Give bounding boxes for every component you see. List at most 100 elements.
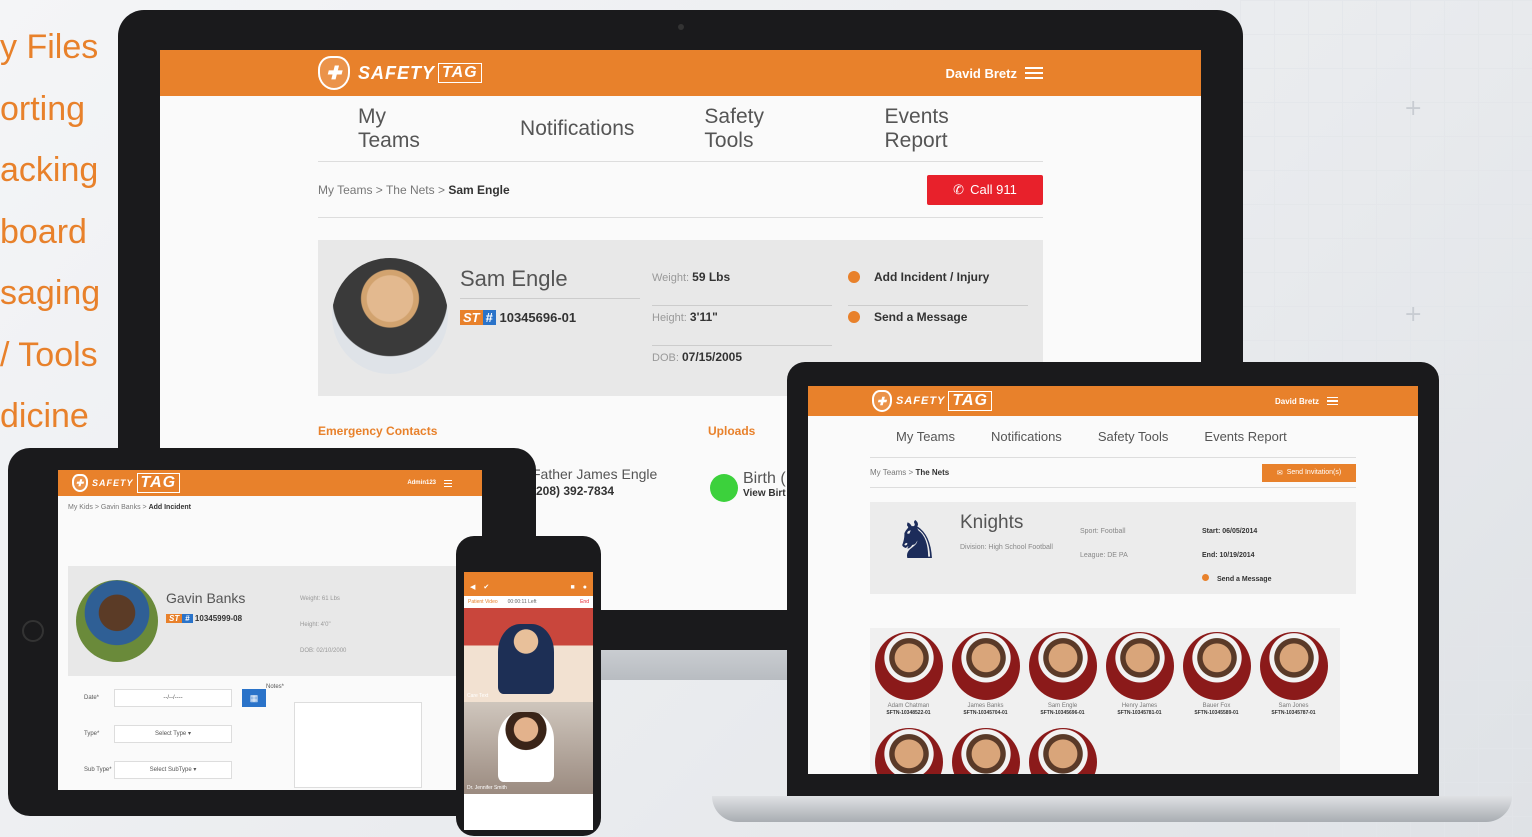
nav-notifications[interactable]: Notifications	[991, 429, 1062, 444]
laptop-base	[712, 796, 1512, 822]
plus-decoration: +	[1404, 302, 1423, 327]
breadcrumb-link[interactable]: Gavin Banks	[101, 504, 141, 511]
player-photo	[1259, 632, 1328, 700]
user-name: David Bretz	[945, 65, 1017, 81]
home-button[interactable]	[22, 620, 44, 642]
breadcrumb-link[interactable]: My Teams	[870, 468, 906, 477]
hamburger-menu-icon[interactable]	[444, 478, 452, 489]
height-row: Height: 3'11"	[652, 306, 832, 346]
roster-player[interactable]: Sam Jones SFTN-10345787-01	[1255, 628, 1332, 724]
type-select[interactable]: Select Type ▾	[114, 725, 232, 743]
roster-player[interactable]: Bauer Fox SFTN-10345589-01	[1178, 628, 1255, 724]
breadcrumb-current: The Nets	[915, 468, 950, 477]
calendar-icon[interactable]: ▦	[242, 689, 266, 707]
nav-my-teams[interactable]: My Teams	[896, 429, 955, 444]
logo[interactable]: ✚ SAFETY TAG	[318, 56, 482, 90]
send-message-button[interactable]: Send a Message	[848, 306, 1028, 346]
view-upload-link[interactable]: View Birt	[743, 488, 786, 499]
player-avatar	[76, 580, 158, 662]
tablet-header: ✚ SAFETY TAG Admin123	[58, 470, 482, 496]
player-photo	[951, 728, 1020, 774]
st-id-value: 10345999-08	[194, 614, 243, 623]
contact-phone[interactable]: (208) 392-7834	[532, 484, 614, 498]
nav-safety-tools[interactable]: Safety Tools	[704, 105, 814, 153]
laptop: ✚ SAFETY TAG David Bretz My Teams Notifi…	[787, 362, 1439, 798]
check-icon[interactable]: ✔	[483, 583, 489, 591]
roster-player[interactable]: Sam Engle SFTN-10345696-01	[1024, 628, 1101, 724]
logo-text: SAFETY	[358, 62, 436, 83]
notes-textarea[interactable]	[294, 702, 422, 788]
contact-name: Father James Engle	[532, 466, 658, 482]
nav-events-report[interactable]: Events Report	[885, 105, 1014, 153]
dob-row: DOB: 02/10/2000	[300, 648, 347, 654]
breadcrumb-link[interactable]: The Nets	[386, 183, 435, 197]
weight-row: Weight: 61 Lbs	[300, 596, 340, 602]
phone-icon: ✆	[953, 181, 965, 197]
send-invitations-button[interactable]: ✉ Send Invitation(s)	[1262, 463, 1356, 482]
knights-helmet-logo-icon: ♞	[893, 511, 941, 571]
call-timer: 00:00:11 Left	[507, 599, 537, 605]
player-card: Gavin Banks ST # 10345999-08 Weight: 61 L…	[68, 566, 472, 676]
breadcrumb-link[interactable]: My Teams	[318, 183, 372, 197]
notes-label: Notes*	[266, 684, 285, 690]
tablet-screen: ✚ SAFETY TAG Admin123 My Kids > Gavin Ba…	[58, 470, 482, 790]
logo[interactable]: ✚ SAFETY TAG	[72, 473, 181, 493]
add-incident-button[interactable]: Add Incident / Injury	[848, 266, 1028, 306]
settings-icon[interactable]: ●	[583, 584, 587, 591]
camera-icon[interactable]: ■	[571, 584, 575, 591]
breadcrumb-link[interactable]: My Kids	[68, 504, 93, 511]
hamburger-menu-icon[interactable]	[1025, 64, 1043, 82]
main-nav: My Teams Notifications Safety Tools Even…	[318, 96, 1043, 162]
roster-player[interactable]	[1024, 724, 1101, 774]
emergency-contacts-title: Emergency Contacts	[318, 424, 438, 438]
team-end: End: 10/19/2014	[1202, 552, 1255, 559]
breadcrumb: My Teams > The Nets	[870, 468, 950, 477]
player-name: Sam Engle	[460, 266, 640, 299]
patient-caption: Care Text	[467, 693, 489, 699]
date-input[interactable]: --/--/----	[114, 689, 232, 707]
desktop-header: ✚ SAFETY TAG David Bretz	[160, 50, 1201, 96]
breadcrumb: My Teams > The Nets > Sam Engle	[318, 182, 510, 197]
type-label: Type*	[84, 731, 100, 737]
breadcrumb: My Kids > Gavin Banks > Add Incident	[68, 504, 191, 511]
player-photo	[1028, 728, 1097, 774]
breadcrumb-current: Add Incident	[148, 504, 191, 511]
user-menu[interactable]: David Bretz	[945, 64, 1043, 82]
feature-list: y Files orting acking board saging / Too…	[0, 22, 110, 453]
camera	[678, 24, 684, 30]
nav-notifications[interactable]: Notifications	[520, 117, 634, 141]
user-menu[interactable]: David Bretz	[1275, 395, 1338, 408]
date-row: Date* --/--/---- ▦	[84, 680, 266, 716]
patient-figure	[498, 624, 554, 694]
back-icon[interactable]: ◀	[470, 583, 475, 591]
nav-safety-tools[interactable]: Safety Tools	[1098, 429, 1169, 444]
call-911-button[interactable]: ✆ Call 911	[927, 174, 1043, 205]
team-start: Start: 06/05/2014	[1202, 528, 1258, 535]
roster-player[interactable]: Henry James SFTN-10345781-01	[1101, 628, 1178, 724]
player-photo	[874, 728, 943, 774]
subtype-label: Sub Type*	[84, 767, 112, 773]
type-row: Type* Select Type ▾	[84, 716, 266, 752]
team-dates: Start: 06/05/2014 End: 10/19/2014 Send a…	[1202, 520, 1271, 592]
feature-item: / Tools	[0, 335, 98, 374]
end-call-button[interactable]: End	[580, 599, 589, 605]
logo[interactable]: ✚ SAFETY TAG	[872, 390, 992, 412]
send-message-button[interactable]: Send a Message	[1202, 568, 1271, 592]
user-menu[interactable]: Admin123	[407, 478, 452, 489]
roster-player[interactable]: Adam Chatman SFTN-10348522-01	[870, 628, 947, 724]
video-tabs: Patient Video 00:00:11 Left End	[464, 596, 593, 608]
circle-icon	[848, 271, 860, 283]
subtype-select[interactable]: Select SubType ▾	[114, 761, 232, 779]
tab-patient-video[interactable]: Patient Video	[468, 599, 498, 605]
roster-player[interactable]: James Banks SFTN-10345704-01	[947, 628, 1024, 724]
player-stats: Weight: 61 Lbs Height: 4'0" DOB: 02/10/2…	[300, 586, 346, 664]
player-photo	[951, 632, 1020, 700]
nav-my-teams[interactable]: My Teams	[358, 105, 450, 153]
shield-logo-icon: ✚	[872, 390, 892, 412]
roster-player[interactable]	[870, 724, 947, 774]
logo-tag: TAG	[136, 473, 181, 493]
roster-player[interactable]	[947, 724, 1024, 774]
hamburger-menu-icon[interactable]	[1327, 395, 1338, 408]
nav-events-report[interactable]: Events Report	[1204, 429, 1286, 444]
feature-item: board	[0, 212, 87, 251]
